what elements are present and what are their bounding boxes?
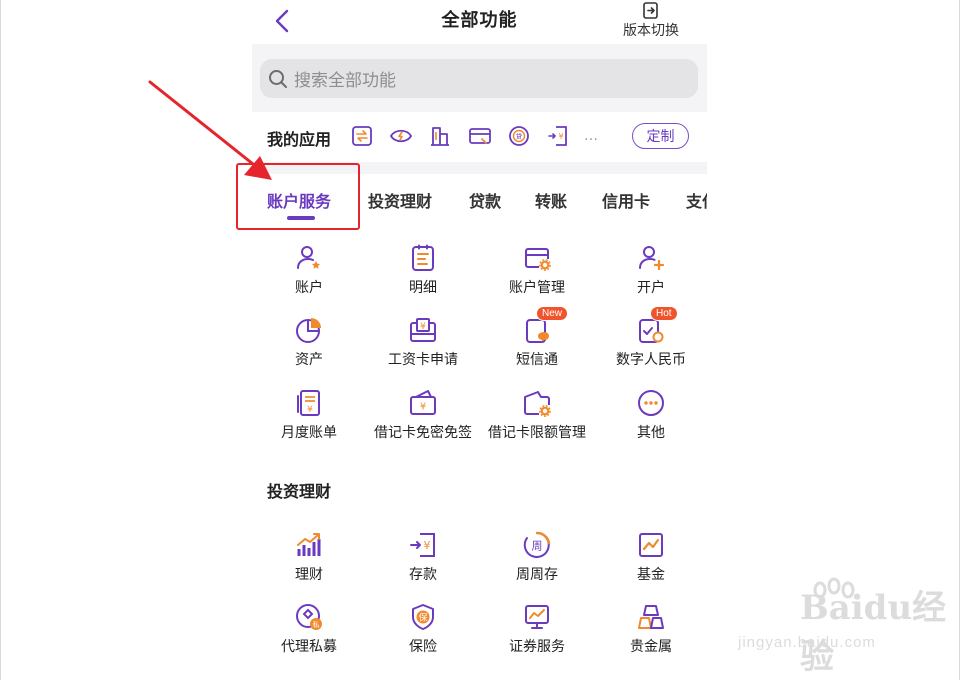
svg-text:贷: 贷 — [516, 132, 523, 141]
grid-item-monthly-bill[interactable]: ¥ 月度账单 — [252, 388, 366, 442]
grid-label: 明细 — [409, 280, 437, 296]
grid-label: 周周存 — [516, 567, 558, 583]
growth-chart-icon — [297, 533, 321, 556]
grid-item-wealth[interactable]: 理财 — [252, 530, 366, 584]
grid-label: 月度账单 — [281, 425, 337, 441]
svg-text:¥: ¥ — [420, 322, 426, 332]
grid-label: 贵金属 — [630, 639, 672, 655]
grid-item-account-management[interactable]: 账户管理 — [480, 243, 594, 297]
tab-credit-card[interactable]: 信用卡 — [602, 188, 650, 212]
wallet-gear-icon — [524, 391, 551, 417]
tab-loans[interactable]: 贷款 — [469, 188, 501, 212]
building-icon[interactable] — [428, 124, 452, 148]
grid-item-insurance[interactable]: 保 保险 — [366, 602, 480, 656]
weekly-icon: 周 — [523, 531, 551, 558]
grid-label: 理财 — [295, 567, 323, 583]
search-band: 搜索全部功能 — [252, 44, 707, 112]
grid-label: 资产 — [295, 352, 323, 368]
grid-item-weekly-deposit[interactable]: 周 周周存 — [480, 530, 594, 584]
grid-item-fund[interactable]: 基金 — [594, 530, 707, 584]
svg-text:¥: ¥ — [424, 539, 431, 552]
tab-payment[interactable]: 支付 — [686, 188, 707, 212]
grid-label: 存款 — [409, 567, 437, 583]
switch-icon — [643, 2, 658, 19]
watermark-brand: Baidu经验 — [800, 588, 947, 677]
grid-label: 代理私募 — [281, 639, 337, 655]
grid-item-private-fund[interactable]: 私 代理私募 — [252, 602, 366, 656]
card-gear-icon — [525, 248, 551, 271]
svg-text:¥: ¥ — [307, 405, 313, 415]
grid-label: 数字人民币 — [616, 352, 686, 368]
page-border-left — [0, 0, 1, 680]
deposit-icon[interactable]: ¥ — [546, 124, 570, 148]
section-title-investment: 投资理财 — [267, 482, 332, 501]
grid-label: 账户 — [295, 280, 323, 296]
grid-item-deposit[interactable]: ¥ 存款 — [366, 530, 480, 584]
grid-label: 短信通 — [516, 352, 558, 368]
customize-button[interactable]: 定制 — [632, 123, 689, 149]
svg-text:私: 私 — [313, 620, 320, 629]
grid-item-salary-card[interactable]: ¥ 工资卡申请 — [366, 315, 480, 369]
grid-label: 基金 — [637, 567, 665, 583]
eye-icon[interactable] — [389, 124, 413, 148]
digital-rmb-icon-wrap: Hot — [636, 306, 678, 345]
grid-item-debit-card-limit[interactable]: 借记卡限额管理 — [480, 388, 594, 442]
grid-item-debit-card-pass[interactable]: ¥ 借记卡免密免签 — [366, 388, 480, 442]
salary-card-icon: ¥ — [410, 318, 436, 342]
grid-item-open-account[interactable]: 开户 — [594, 243, 707, 297]
svg-text:¥: ¥ — [420, 402, 426, 413]
debit-card-icon: ¥ — [410, 390, 436, 415]
user-star-icon — [297, 246, 320, 269]
tab-transfer[interactable]: 转账 — [535, 188, 567, 212]
sms-icon-wrap: New — [522, 306, 569, 345]
version-switch-button[interactable]: 版本切换 — [621, 2, 681, 40]
grid-item-assets[interactable]: 资产 — [252, 315, 366, 369]
grid-item-details[interactable]: 明细 — [366, 243, 480, 297]
grid-item-precious-metals[interactable]: 贵金属 — [594, 602, 707, 656]
private-fund-icon: 私 — [296, 604, 322, 630]
grid-item-other[interactable]: 其他 — [594, 388, 707, 442]
fund-icon — [639, 533, 663, 557]
hot-badge: Hot — [650, 306, 678, 321]
pie-chart-icon — [296, 318, 321, 343]
my-apps-bar: 我的应用 贷 ¥ … 定制 — [252, 112, 707, 162]
grid-label: 账户管理 — [509, 280, 565, 296]
svg-text:周: 周 — [532, 540, 543, 553]
grid-label: 保险 — [409, 639, 437, 655]
new-badge: New — [536, 306, 569, 321]
phone-screen: 全部功能 版本切换 搜索全部功能 我的应用 贷 ¥ … 定制 账户服务 投资理财… — [252, 0, 707, 680]
grid-item-securities[interactable]: 证券服务 — [480, 602, 594, 656]
grid-label: 证券服务 — [509, 639, 565, 655]
monitor-chart-icon — [525, 605, 549, 629]
grid-label: 其他 — [637, 425, 665, 441]
svg-text:¥: ¥ — [558, 132, 563, 141]
card-icon[interactable] — [468, 124, 492, 148]
gold-bars-icon — [638, 605, 664, 629]
user-plus-icon — [639, 246, 665, 271]
grid-label: 开户 — [637, 280, 665, 296]
bill-icon: ¥ — [297, 390, 320, 416]
deposit-icon: ¥ — [410, 533, 435, 557]
list-icon — [412, 244, 434, 271]
more-icon — [638, 390, 664, 416]
grid-label: 工资卡申请 — [388, 352, 458, 368]
grid-item-sms[interactable]: New 短信通 — [480, 306, 594, 369]
tab-investment[interactable]: 投资理财 — [368, 188, 432, 212]
grid-item-digital-rmb[interactable]: Hot 数字人民币 — [594, 306, 707, 369]
transfer-icon[interactable] — [350, 124, 374, 148]
annotation-highlight-box — [236, 163, 360, 230]
search-input[interactable]: 搜索全部功能 — [260, 59, 698, 98]
version-switch-label: 版本切换 — [623, 23, 679, 39]
grid-label: 借记卡免密免签 — [374, 425, 472, 441]
shield-icon: 保 — [412, 604, 434, 630]
grid-item-account[interactable]: 账户 — [252, 243, 366, 297]
grid-label: 借记卡限额管理 — [488, 425, 586, 441]
search-placeholder: 搜索全部功能 — [294, 71, 396, 91]
loan-icon[interactable]: 贷 — [507, 124, 531, 148]
svg-text:保: 保 — [418, 612, 427, 624]
more-apps-ellipsis: … — [584, 128, 599, 144]
watermark-url: jingyan.baidu.com — [738, 634, 876, 651]
